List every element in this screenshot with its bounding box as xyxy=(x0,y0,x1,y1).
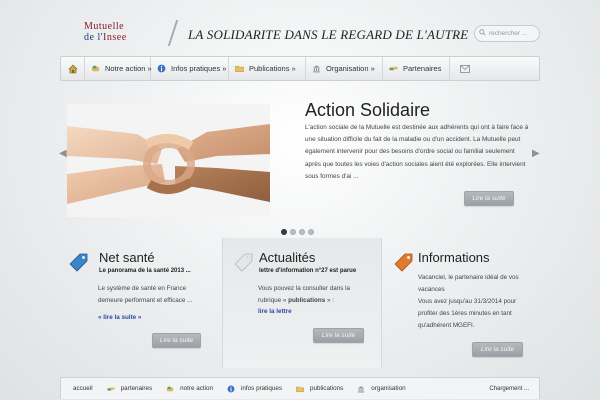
net-sante-title: Net santé xyxy=(99,250,155,265)
footer-organisation-label: organisation xyxy=(371,385,406,392)
slider-next-arrow[interactable]: ▶ xyxy=(532,148,540,159)
slide-image-hands[interactable] xyxy=(67,104,270,217)
footer-item-infos-pratiques[interactable]: infos pratiques xyxy=(227,385,282,393)
folder-icon xyxy=(235,66,244,72)
nav-infos-pratiques[interactable]: Infos pratiques » xyxy=(151,57,229,80)
nav-publications[interactable]: Publications » xyxy=(229,57,306,80)
handshake-icon xyxy=(107,386,115,391)
net-sante-read-more-link[interactable]: « lire la suite » xyxy=(98,314,141,321)
footer-publications-label: publications xyxy=(310,385,344,392)
site-tagline: LA SOLIDARITE DANS LE REGARD DE L'AUTRE xyxy=(188,27,469,42)
main-nav: Notre action » Infos pratiques » Publica… xyxy=(60,56,540,81)
slider-dot-2[interactable] xyxy=(290,229,296,235)
nav-partenaires-label: Partenaires xyxy=(403,64,442,73)
slider-dot-1[interactable] xyxy=(281,229,287,235)
footer-nav: accueil partenaires notre action infos p… xyxy=(60,377,540,399)
footer-item-organisation[interactable]: organisation xyxy=(357,385,406,393)
actualites-subtitle[interactable]: lettre d'information n°27 est parue xyxy=(259,268,356,274)
building-icon xyxy=(312,65,321,73)
info-icon xyxy=(157,64,166,73)
actualites-publications-link[interactable]: publications xyxy=(288,297,325,304)
actualites-title: Actualités xyxy=(259,250,316,265)
hands-icon xyxy=(166,386,174,391)
actualites-text-1: Vous pouvez la consulter dans la xyxy=(258,285,351,292)
slide-text: L'action sociale de la Mutuelle est dest… xyxy=(305,124,529,180)
building-icon xyxy=(358,385,365,392)
actualites-text-2-end: » : xyxy=(325,297,334,304)
tag-icon xyxy=(69,253,88,272)
nav-notre-action[interactable]: Notre action » xyxy=(85,57,152,80)
mail-icon xyxy=(460,64,470,73)
nav-infos-pratiques-label: Infos pratiques » xyxy=(171,64,227,73)
home-icon xyxy=(67,64,78,73)
column-net-sante: Net santé Le panorama de la santé 2013 .… xyxy=(60,238,222,368)
informations-text-1: Vacanciel, le partenaire idéal de vos xyxy=(418,274,519,281)
slider-dot-3[interactable] xyxy=(299,229,305,235)
tag-icon xyxy=(394,253,413,272)
linked-hands-picture xyxy=(67,104,270,217)
footer-item-publications[interactable]: publications xyxy=(296,385,343,393)
slider-prev-arrow[interactable]: ◀ xyxy=(59,148,67,159)
footer-item-accueil[interactable]: accueil xyxy=(73,385,93,392)
net-sante-read-more-button[interactable]: Lire la suite xyxy=(152,333,201,348)
nav-contact[interactable] xyxy=(450,57,480,80)
logo-line-1: Mutuelle xyxy=(84,21,125,32)
logo-line-2: de l'Insee xyxy=(84,32,144,43)
informations-text-5: qu'adhérent MGEFI. xyxy=(418,322,475,329)
folder-icon xyxy=(296,386,304,392)
tag-icon xyxy=(234,253,253,272)
search-input[interactable]: rechercher ... xyxy=(474,25,540,42)
column-actualites: Actualités lettre d'information n°27 est… xyxy=(222,238,382,368)
nav-partenaires[interactable]: Partenaires xyxy=(383,57,450,80)
informations-read-more-button[interactable]: Lire la suite xyxy=(472,342,523,357)
net-sante-text-1: Le système de santé en France xyxy=(98,285,187,292)
nav-home[interactable] xyxy=(61,57,85,80)
nav-organisation-label: Organisation » xyxy=(326,64,375,73)
nav-publications-label: Publications » xyxy=(249,64,296,73)
net-sante-subtitle[interactable]: Le panorama de la santé 2013 ... xyxy=(99,268,191,274)
search-placeholder: rechercher ... xyxy=(489,30,528,37)
actualites-read-letter-link[interactable]: lire la lettre xyxy=(258,308,292,315)
loading-status: Chargement ... xyxy=(489,385,529,392)
informations-text-4: profiter des 1ères minutes en tant xyxy=(418,310,512,317)
footer-item-notre-action[interactable]: notre action xyxy=(166,385,213,393)
nav-notre-action-label: Notre action » xyxy=(105,64,152,73)
footer-infos-pratiques-label: infos pratiques xyxy=(241,385,282,392)
slide-read-more-button[interactable]: Lire la suite xyxy=(464,191,514,206)
footer-item-partenaires[interactable]: partenaires xyxy=(107,385,153,393)
nav-organisation[interactable]: Organisation » xyxy=(306,57,383,80)
column-informations: Informations Vacanciel, le partenaire id… xyxy=(382,238,540,368)
informations-title: Informations xyxy=(418,250,490,265)
logo-line-2-prefix: de l' xyxy=(84,32,104,43)
footer-partenaires-label: partenaires xyxy=(120,385,153,392)
slider-dot-4[interactable] xyxy=(308,229,314,235)
footer-notre-action-label: notre action xyxy=(180,385,214,392)
informations-text-3: Vous avez jusqu'au 31/3/2014 pour xyxy=(418,298,517,305)
handshake-icon xyxy=(389,66,398,71)
header-divider xyxy=(167,20,185,46)
actualites-read-more-button[interactable]: Lire la suite xyxy=(313,328,364,343)
slider-pagination xyxy=(281,229,314,235)
site-logo[interactable]: Mutuelle de l'Insee xyxy=(84,21,144,44)
info-icon xyxy=(227,385,235,392)
slide-title: Action Solidaire xyxy=(305,100,431,120)
net-sante-text-2: demeure performant et efficace ... xyxy=(98,297,193,304)
logo-line-2-name: Insee xyxy=(103,32,127,43)
hands-icon xyxy=(91,65,100,72)
informations-text-2: vacances xyxy=(418,286,445,293)
search-icon xyxy=(479,29,486,36)
footer-accueil-label: accueil xyxy=(73,385,93,392)
actualites-text-2-start: rubrique « xyxy=(258,297,289,304)
actualites-text-2: rubrique « publications » : xyxy=(258,295,334,307)
